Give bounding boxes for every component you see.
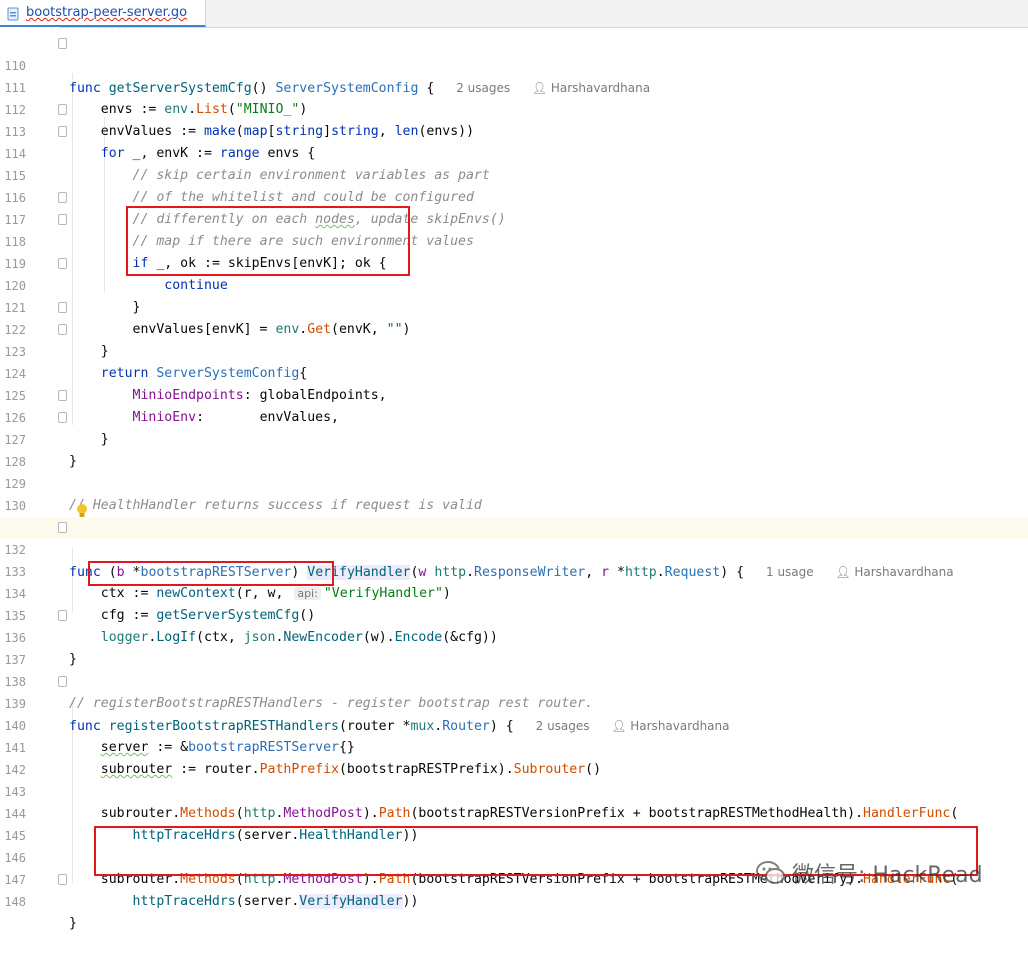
code-line: 145 <box>4 829 26 843</box>
fold-icon[interactable] <box>58 38 67 49</box>
code-line: 125 MinioEnv: envValues, <box>4 389 339 425</box>
wechat-logo-icon <box>756 861 785 884</box>
code-line: 129 // HealthHandler returns success if … <box>4 477 482 513</box>
code-line: 140 server := &bootstrapRESTServer{} <box>4 719 355 755</box>
code-line: 124 MinioEndpoints: globalEndpoints, <box>4 367 387 403</box>
code-line: 126 } <box>0 385 1028 447</box>
code-line: 133 ctx := newContext(r, w, api: "VerifyH… <box>4 565 451 601</box>
code-line: 122 } <box>0 297 1028 359</box>
code-line: 127 } <box>0 407 1028 469</box>
code-line: 137 <box>4 653 26 667</box>
code-line: 136 } <box>0 605 1028 667</box>
code-line: 131 <box>0 495 1028 535</box>
code-editor[interactable]: 110 func getServerSystemCfg() ServerSyst… <box>0 27 1028 931</box>
code-line: 123 return ServerSystemConfig{ <box>0 319 1028 381</box>
code-line: 139 func registerBootstrapRESTHandlers(r… <box>0 671 1028 734</box>
code-line: 128 <box>4 455 26 469</box>
code-line: 121 envValues[envK] = env.Get(envK, "") <box>4 301 411 337</box>
wechat-watermark: 微信号: HackRead <box>756 857 983 889</box>
code-line: 110 func getServerSystemCfg() ServerSyst… <box>0 33 1028 96</box>
highlight-box-get-cfg <box>88 561 334 586</box>
code-line: 116 // differently on each nodes, update… <box>4 191 506 227</box>
highlight-box-skip-envs <box>126 206 410 276</box>
code-line: 142 <box>4 763 26 777</box>
code-line-current: 132 func (b *bootstrapRESTServer) Verify… <box>0 517 1028 580</box>
code-line: 114 // skip certain environment variable… <box>0 121 1028 183</box>
code-line: 112 envValues := make(map[string]string,… <box>4 103 475 139</box>
code-line: 135 logger.LogIf(ctx, json.NewEncoder(w)… <box>4 609 498 645</box>
code-line: 113 for _, envK := range envs { <box>0 99 1028 161</box>
code-line: 141 subrouter := router.PathPrefix(boots… <box>4 741 602 777</box>
code-line: 144 httpTraceHdrs(server.HealthHandler)) <box>4 807 419 843</box>
editor-tab-bar: bootstrap-peer-server.go <box>0 0 1028 28</box>
code-line: 138 // registerBootstrapRESTHandlers - r… <box>4 675 594 711</box>
code-line: 143 subrouter.Methods(http.MethodPost).P… <box>4 785 959 821</box>
tab-bootstrap-peer-server[interactable]: bootstrap-peer-server.go <box>0 0 206 27</box>
code-line: 130 func (b *bootstrapRESTServer) Health… <box>0 473 1028 536</box>
code-line: 111 envs := env.List("MINIO_") <box>4 81 308 117</box>
go-file-icon <box>6 6 20 20</box>
tab-label: bootstrap-peer-server.go <box>26 5 188 20</box>
code-line: 115 // of the whitelist and could be con… <box>4 169 474 205</box>
lightbulb-icon[interactable] <box>76 503 88 519</box>
